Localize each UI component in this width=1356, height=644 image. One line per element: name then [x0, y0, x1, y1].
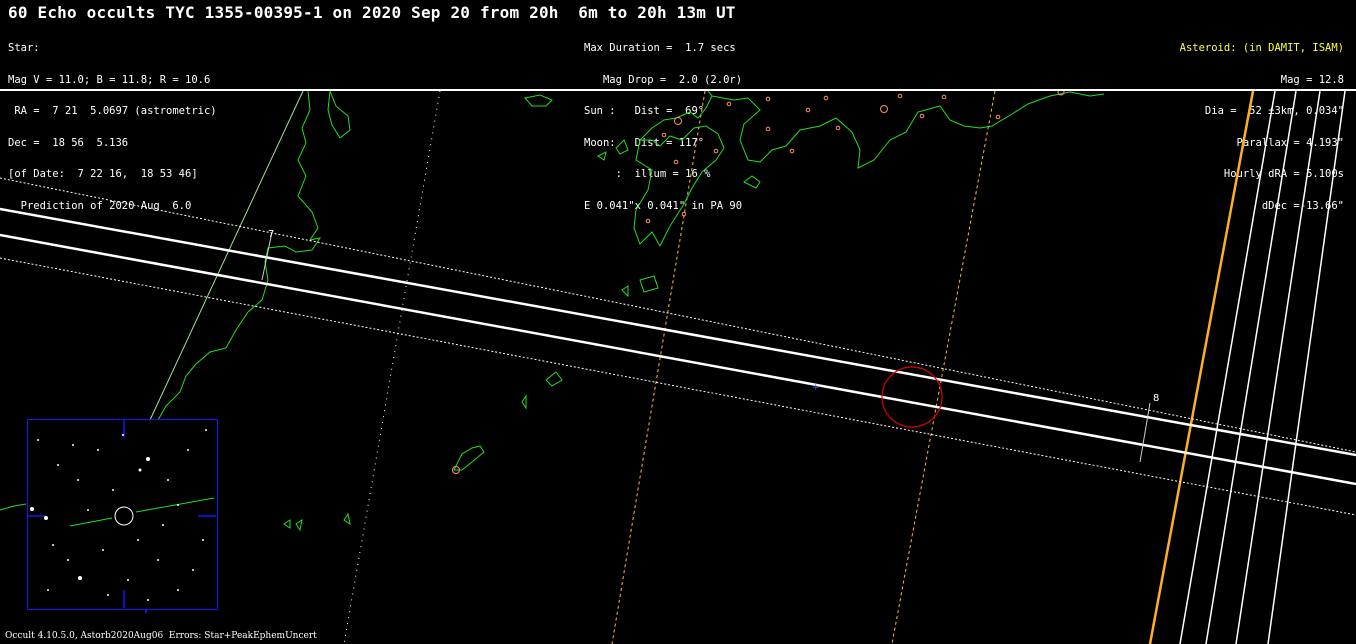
- limit-line: [1179, 91, 1276, 644]
- star-dot: [47, 589, 49, 591]
- star-dot: [37, 439, 39, 441]
- site-marker: [674, 117, 682, 125]
- grid-lines: [343, 91, 441, 644]
- site-marker: [789, 148, 795, 154]
- site-marker: [823, 95, 829, 101]
- star-dot: [122, 434, 124, 436]
- coastline: [615, 139, 629, 155]
- hour-label: 7: [268, 229, 274, 240]
- star-dot: [147, 599, 149, 601]
- coastline: [295, 518, 303, 532]
- site-marker: [765, 96, 771, 102]
- star-dot: [187, 449, 189, 451]
- star-dot: [157, 559, 159, 561]
- coastline: [524, 94, 553, 107]
- coastline: [157, 91, 322, 421]
- star-dot: [202, 539, 204, 541]
- coastline: [283, 519, 291, 529]
- star-line: Mag V = 11.0; B = 11.8; R = 10.6: [8, 73, 211, 86]
- limit-line: [1235, 91, 1321, 644]
- limit-line: [1267, 91, 1346, 644]
- star-dot: [177, 589, 179, 591]
- coastline: [545, 371, 563, 387]
- sunrise-line: [1148, 91, 1255, 644]
- site-marker: [995, 114, 1001, 120]
- footer-info: Occult 4.10.5.0, Astorb2020Aug06 Errors:…: [5, 631, 317, 641]
- site-marker: [941, 94, 947, 100]
- star-dot: [78, 576, 82, 580]
- star-dot: [87, 509, 89, 511]
- star-dot: [177, 504, 179, 506]
- star-chart-inset: [27, 419, 218, 610]
- coastline: [327, 91, 351, 139]
- asteroid-line: Mag = 12.8: [1280, 73, 1344, 86]
- twilight-line: [611, 91, 706, 644]
- coastline: [521, 394, 527, 410]
- sites: [452, 91, 1065, 474]
- site-marker: [805, 107, 811, 113]
- asteroid-heading: Asteroid: (in DAMIT, ISAM): [1179, 42, 1344, 54]
- meridian-line: [149, 91, 304, 421]
- star-dot: [107, 594, 109, 596]
- site-marker: [765, 126, 771, 132]
- site-marker: [726, 101, 732, 107]
- center-marker-icon: +: [812, 383, 820, 393]
- header: 60 Echo occults TYC 1355-00395-1 on 2020…: [0, 0, 1356, 211]
- star-dot: [57, 464, 59, 466]
- star-dot: [137, 539, 139, 541]
- page-title: 60 Echo occults TYC 1355-00395-1 on 2020…: [8, 3, 736, 22]
- starfield: [30, 429, 207, 601]
- coastline: [743, 175, 761, 189]
- site-marker: [919, 113, 925, 119]
- asteroid-motion-line: [135, 497, 215, 513]
- star-dot: [44, 516, 48, 520]
- star-dot: [102, 549, 104, 551]
- star-dot: [77, 479, 79, 481]
- star-dot: [52, 544, 54, 546]
- target-star-circle: [114, 506, 134, 526]
- site-marker: [661, 132, 667, 138]
- star-dot: [30, 507, 34, 511]
- coastline: [639, 275, 659, 293]
- coastline: [453, 445, 485, 471]
- star-dot: [146, 457, 150, 461]
- star-line: Star:: [8, 42, 40, 54]
- star-chart: [28, 420, 216, 608]
- coastline: [621, 285, 629, 298]
- event-line: Max Duration = 1.7 secs: [584, 42, 736, 54]
- event-line: Mag Drop = 2.0 (2.0r): [584, 73, 743, 86]
- star-dot: [205, 429, 207, 431]
- star-dot: [72, 444, 74, 446]
- limit-line: [1205, 91, 1297, 644]
- site-marker: [835, 125, 841, 131]
- site-marker: [673, 159, 679, 165]
- site-marker: [897, 93, 903, 99]
- hour-label: 8: [1153, 393, 1159, 404]
- coastline: [597, 151, 607, 161]
- grid-line: [343, 91, 441, 644]
- coastline: [633, 125, 725, 248]
- star-dot: [112, 489, 114, 491]
- star-dot: [162, 524, 164, 526]
- star-dot: [97, 449, 99, 451]
- asteroid-shadow-circle: [881, 366, 943, 428]
- site-marker: [645, 218, 651, 224]
- coastline: [0, 503, 27, 511]
- star-dot: [67, 559, 69, 561]
- site-marker: [713, 148, 719, 154]
- coastline: [711, 91, 1105, 169]
- star-dot: [127, 579, 129, 581]
- star-dot: [167, 479, 169, 481]
- site-marker: [880, 105, 888, 113]
- asteroid-motion-line: [69, 517, 113, 527]
- path-sigma-north: [0, 177, 1356, 453]
- star-dot: [138, 468, 142, 472]
- coastline: [343, 512, 351, 526]
- star-dot: [192, 569, 194, 571]
- time-tick: [1139, 402, 1151, 463]
